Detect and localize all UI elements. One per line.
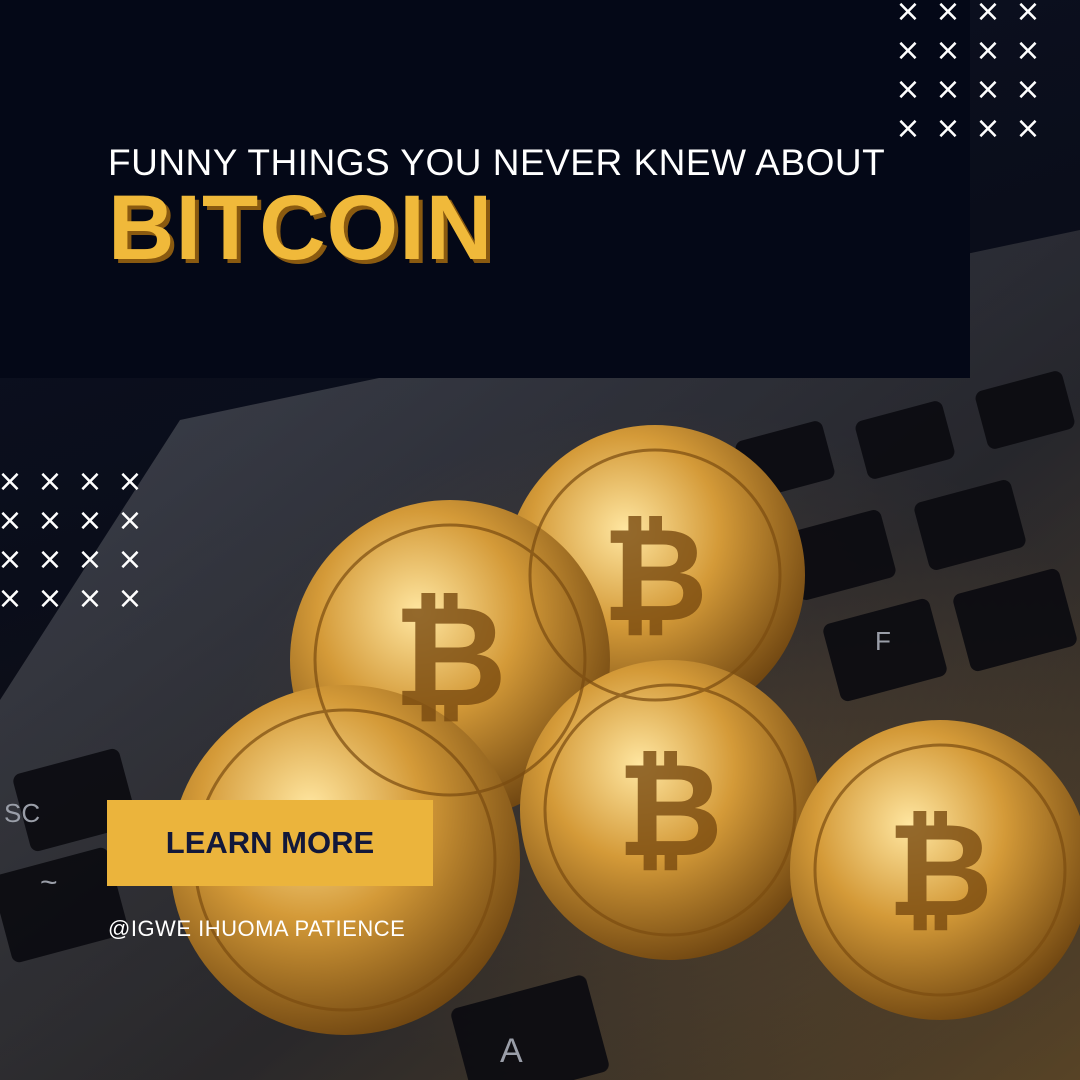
author-handle: @IGWE IHUOMA PATIENCE bbox=[108, 916, 406, 941]
learn-more-button[interactable]: LEARN MORE bbox=[107, 800, 433, 886]
a-key-label: A bbox=[500, 1032, 523, 1070]
f-key-label: F bbox=[875, 626, 891, 656]
tilde-key-label: ~ bbox=[40, 866, 58, 899]
esc-key-label: SC bbox=[4, 798, 40, 828]
